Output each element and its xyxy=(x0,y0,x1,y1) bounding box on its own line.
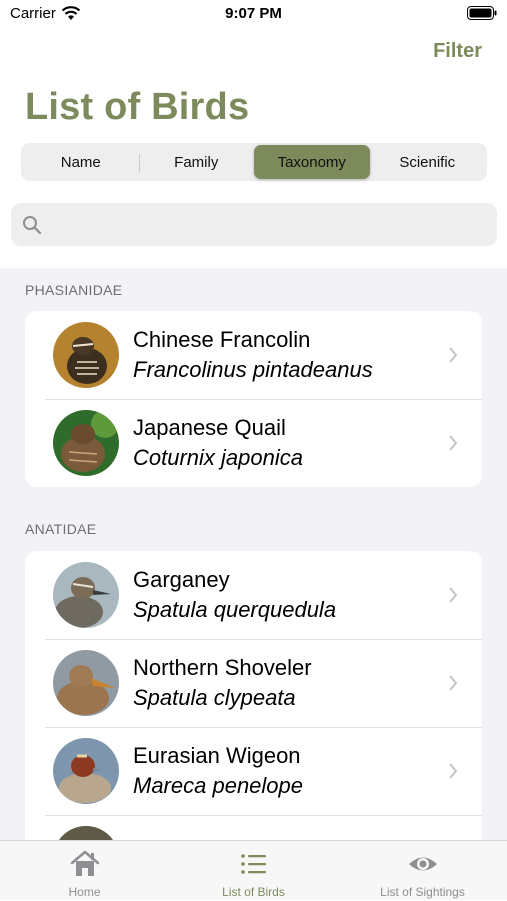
segment-name-label: Name xyxy=(60,153,101,171)
bird-common-name: Eurasian Wigeon xyxy=(133,743,301,768)
segment-scientific[interactable]: Scienific xyxy=(370,145,486,179)
bird-row-japanese-quail[interactable]: Japanese Quail Coturnix japonica xyxy=(25,399,482,487)
bird-photo xyxy=(53,738,119,804)
segment-family-label: Family xyxy=(174,153,219,171)
bird-photo xyxy=(53,322,119,388)
status-time: 9:07 PM xyxy=(225,5,282,22)
tab-bar: Home List of Birds List of Sightings xyxy=(0,840,507,900)
search-field[interactable] xyxy=(11,203,497,246)
bird-photo xyxy=(53,826,119,840)
bird-scientific-name: Francolinus pintadeanus xyxy=(133,357,373,382)
section-header-phasianidae: PHASIANIDAE xyxy=(25,282,123,298)
page-title: List of Birds xyxy=(25,86,250,128)
bird-scientific-name: Mareca penelope xyxy=(133,773,304,798)
bird-row-eurasian-wigeon[interactable]: Eurasian Wigeon Mareca penelope xyxy=(25,727,482,815)
bird-row-partial[interactable] xyxy=(25,815,482,840)
bird-photo xyxy=(53,562,119,628)
segment-taxonomy-label: Taxonomy xyxy=(277,153,346,171)
status-bar: Carrier 9:07 PM xyxy=(0,0,507,30)
bird-scientific-name: Coturnix japonica xyxy=(133,445,303,470)
segment-taxonomy[interactable]: Taxonomy xyxy=(254,145,370,179)
segment-family[interactable]: Family xyxy=(138,145,255,179)
chevron-right-icon xyxy=(449,587,458,603)
chevron-right-icon xyxy=(449,347,458,363)
bird-common-name: Garganey xyxy=(133,567,230,592)
bird-row-northern-shoveler[interactable]: Northern Shoveler Spatula clypeata xyxy=(25,639,482,727)
house-icon xyxy=(70,850,99,876)
tab-home[interactable]: Home xyxy=(0,841,169,901)
bird-common-name: Japanese Quail xyxy=(133,415,286,440)
bird-photo xyxy=(53,410,119,476)
bird-row-chinese-francolin[interactable]: Chinese Francolin Francolinus pintadeanu… xyxy=(25,311,482,399)
bird-photo xyxy=(53,650,119,716)
chevron-right-icon xyxy=(449,763,458,779)
eye-icon xyxy=(408,857,437,871)
segment-name[interactable]: Name xyxy=(23,145,139,179)
tab-list-of-sightings[interactable]: List of Sightings xyxy=(338,841,507,901)
tab-list-of-birds-label: List of Birds xyxy=(222,885,285,899)
filter-button[interactable]: Filter xyxy=(433,40,482,63)
bird-row-garganey[interactable]: Garganey Spatula querquedula xyxy=(25,551,482,639)
bird-common-name: Chinese Francolin xyxy=(133,327,311,352)
chevron-right-icon xyxy=(449,675,458,691)
search-icon xyxy=(23,216,42,235)
tab-list-of-birds[interactable]: List of Birds xyxy=(169,841,338,901)
bird-scientific-name: Spatula clypeata xyxy=(133,685,296,710)
section-card-phasianidae: Chinese Francolin Francolinus pintadeanu… xyxy=(25,311,482,487)
chevron-right-icon xyxy=(449,435,458,451)
section-card-anatidae: Garganey Spatula querquedula Northern Sh… xyxy=(25,551,482,840)
battery-icon xyxy=(467,6,497,20)
segment-scientific-label: Scienific xyxy=(399,153,456,171)
bird-common-name: Northern Shoveler xyxy=(133,655,312,680)
tab-home-label: Home xyxy=(68,885,101,899)
list-icon xyxy=(240,854,266,874)
sort-segmented-control: Name Family Taxonomy Scienific xyxy=(21,143,487,181)
bird-scientific-name: Spatula querquedula xyxy=(133,597,337,622)
tab-list-of-sightings-label: List of Sightings xyxy=(380,885,465,899)
section-header-anatidae: ANATIDAE xyxy=(25,521,97,537)
